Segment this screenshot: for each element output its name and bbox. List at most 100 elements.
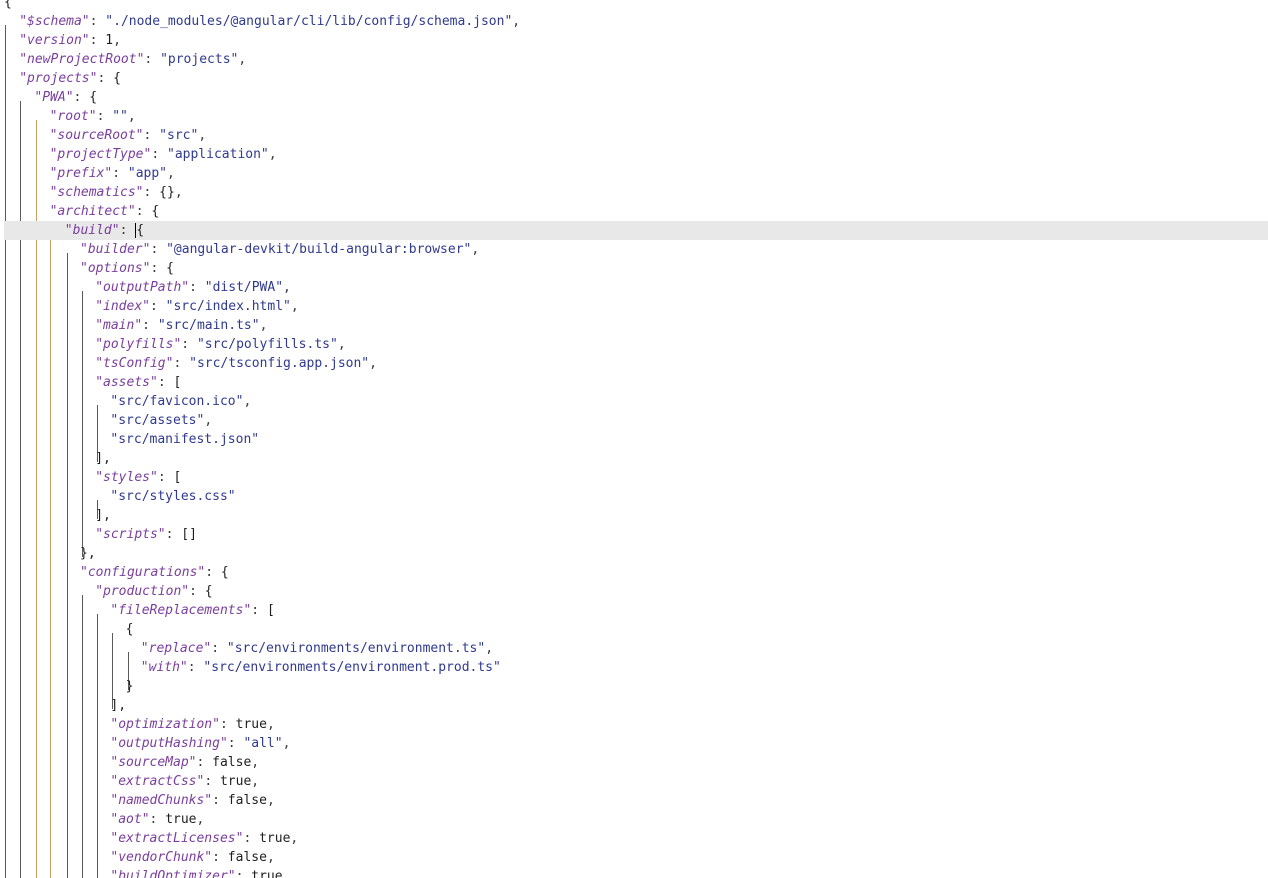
code-line[interactable]: "extractLicenses": true, xyxy=(110,829,298,848)
code-colon: : xyxy=(205,565,221,580)
code-line[interactable]: "styles": [ xyxy=(95,468,181,487)
json-string-value: "src/index.html" xyxy=(165,299,291,314)
code-line[interactable]: "replace": "src/environments/environment… xyxy=(141,639,493,658)
json-key: "fileReplacements" xyxy=(110,603,252,618)
json-key: "index" xyxy=(95,299,150,314)
json-value: true xyxy=(165,812,197,827)
indent-guide xyxy=(50,234,51,878)
code-comma: , xyxy=(198,128,207,143)
code-comma: , xyxy=(251,774,260,789)
code-comma: , xyxy=(266,850,275,865)
code-colon: : xyxy=(151,147,167,162)
code-line[interactable]: "namedChunks": false, xyxy=(110,791,274,810)
code-comma: , xyxy=(290,299,299,314)
code-line[interactable]: "polyfills": "src/polyfills.ts", xyxy=(95,335,345,354)
code-line[interactable]: "index": "src/index.html", xyxy=(95,297,299,316)
code-colon: : xyxy=(235,869,252,878)
json-string-value: "src/styles.css" xyxy=(110,489,236,504)
code-colon: : xyxy=(243,831,260,846)
code-line[interactable]: "src/styles.css" xyxy=(110,487,235,506)
code-colon: : xyxy=(251,603,267,618)
code-colon: : xyxy=(187,660,204,675)
code-colon: : xyxy=(119,223,136,238)
json-string-value: "application" xyxy=(167,147,269,162)
code-line[interactable]: "with": "src/environments/environment.pr… xyxy=(141,658,501,677)
code-line[interactable]: "sourceRoot": "src", xyxy=(50,126,207,145)
code-line[interactable]: "prefix": "app", xyxy=(50,164,175,183)
code-line[interactable]: ], xyxy=(95,506,111,525)
code-line[interactable]: "sourceMap": false, xyxy=(110,753,259,772)
code-punctuation: ], xyxy=(110,698,127,713)
code-line[interactable]: ], xyxy=(110,696,126,715)
json-value: false xyxy=(227,793,267,808)
code-line[interactable]: "version": 1, xyxy=(19,31,121,50)
json-key: "extractLicenses" xyxy=(110,831,244,846)
code-line[interactable]: "buildOptimizer": true, xyxy=(110,867,290,878)
code-colon: : xyxy=(181,337,197,352)
code-comma: , xyxy=(512,14,521,29)
code-line[interactable]: } xyxy=(126,677,134,696)
code-line[interactable]: "$schema": "./node_modules/@angular/cli/… xyxy=(19,12,520,31)
code-line[interactable]: "outputPath": "dist/PWA", xyxy=(95,278,291,297)
code-line[interactable]: "optimization": true, xyxy=(110,715,274,734)
code-line[interactable]: "PWA": { xyxy=(34,88,97,107)
code-line[interactable]: "aot": true, xyxy=(110,810,204,829)
code-line[interactable]: "extractCss": true, xyxy=(110,772,259,791)
json-string-value: "src/environments/environment.prod.ts" xyxy=(203,660,501,675)
json-string-value: "src/manifest.json" xyxy=(110,432,260,447)
code-line[interactable]: ], xyxy=(95,449,111,468)
code-line[interactable]: "outputHashing": "all", xyxy=(110,734,290,753)
json-key: "prefix" xyxy=(49,166,113,181)
code-line[interactable]: "architect": { xyxy=(50,202,160,221)
json-string-value: "src/favicon.ico" xyxy=(110,394,244,409)
json-key: "builder" xyxy=(80,242,151,257)
code-line[interactable]: "vendorChunk": false, xyxy=(110,848,274,867)
active-line-highlight xyxy=(4,221,1268,240)
json-string-value: "projects" xyxy=(160,52,239,67)
code-line[interactable]: { xyxy=(4,0,12,12)
code-colon: : xyxy=(89,14,106,29)
code-punctuation: }, xyxy=(80,546,96,561)
code-comma: , xyxy=(282,869,291,878)
code-colon: : xyxy=(150,261,167,276)
json-key: "options" xyxy=(80,261,151,276)
code-line[interactable]: "scripts": [] xyxy=(95,525,197,544)
json-value: false xyxy=(212,755,252,770)
code-line[interactable]: "src/favicon.ico", xyxy=(110,392,251,411)
code-line[interactable]: "assets": [ xyxy=(95,373,181,392)
code-comma: , xyxy=(196,812,205,827)
code-punctuation: { xyxy=(4,0,12,10)
code-colon: : xyxy=(165,527,182,542)
code-line[interactable]: "src/assets", xyxy=(110,411,212,430)
json-key: "polyfills" xyxy=(95,337,182,352)
code-comma: , xyxy=(243,394,252,409)
code-comma: , xyxy=(174,185,183,200)
code-line[interactable]: "newProjectRoot": "projects", xyxy=(19,50,246,69)
code-comma: , xyxy=(266,793,275,808)
code-line[interactable]: "main": "src/main.ts", xyxy=(95,316,267,335)
code-punctuation: { xyxy=(125,622,134,637)
json-value: { xyxy=(113,71,121,86)
code-line[interactable]: "tsConfig": "src/tsconfig.app.json", xyxy=(95,354,377,373)
code-line[interactable]: "builder": "@angular-devkit/build-angula… xyxy=(80,240,479,259)
code-line[interactable]: "configurations": { xyxy=(80,563,229,582)
code-line[interactable]: { xyxy=(126,620,134,639)
code-line[interactable]: }, xyxy=(80,544,96,563)
code-colon: : xyxy=(157,470,174,485)
code-line[interactable]: "schematics": {}, xyxy=(50,183,183,202)
code-line[interactable]: "options": { xyxy=(80,259,174,278)
code-colon: : xyxy=(143,185,160,200)
code-editor[interactable]: { "$schema": "./node_modules/@angular/cli… xyxy=(0,0,1268,878)
code-colon: : xyxy=(157,375,174,390)
code-line[interactable]: "production": { xyxy=(95,582,212,601)
code-line[interactable]: "projectType": "application", xyxy=(50,145,277,164)
code-line[interactable]: "fileReplacements": [ xyxy=(110,601,274,620)
json-key: "projects" xyxy=(19,71,98,86)
code-line[interactable]: "projects": { xyxy=(19,69,121,88)
code-comma: , xyxy=(282,736,291,751)
code-line[interactable]: "root": "", xyxy=(50,107,136,126)
code-line[interactable]: "src/manifest.json" xyxy=(110,430,259,449)
json-value: [] xyxy=(181,527,197,542)
code-comma: , xyxy=(369,356,377,371)
code-line[interactable]: "build": { xyxy=(65,221,144,240)
